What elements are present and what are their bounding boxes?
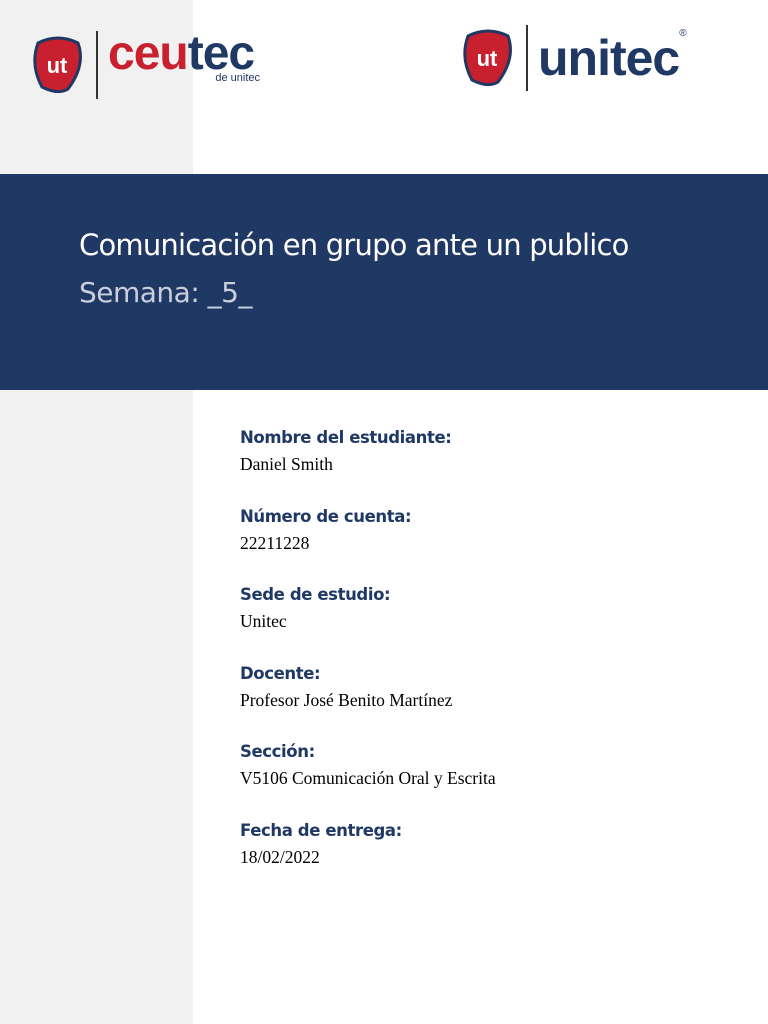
registered-mark: ®	[679, 28, 687, 39]
logo-divider	[96, 31, 98, 99]
field-value: Profesor José Benito Martínez	[240, 689, 453, 710]
ceutec-sub: de unitec	[215, 72, 260, 84]
field-value: V5106 Comunicación Oral y Escrita	[240, 768, 496, 788]
svg-text:ut: ut	[47, 53, 68, 78]
unitec-wordmark: unitec	[538, 30, 680, 86]
field-label: Número de cuenta:	[240, 506, 412, 526]
field-teacher: Docente: Profesor José Benito Martínez	[240, 664, 496, 743]
field-section: Sección: V5106 Comunicación Oral y Escri…	[240, 742, 496, 821]
field-student-name: Nombre del estudiante: Daniel Smith	[240, 428, 496, 507]
field-label: Sección:	[240, 742, 315, 761]
week-subtitle: Semana: _5_	[79, 276, 253, 309]
unitec-logo: ut unitec ®	[458, 24, 687, 92]
field-value: Unitec	[240, 611, 287, 631]
student-info: Nombre del estudiante: Daniel Smith Núme…	[240, 428, 496, 899]
logo-divider	[526, 25, 528, 91]
sidebar-panel	[0, 0, 193, 1024]
ceutec-logo: ut ceutec de unitec	[28, 30, 278, 100]
ut-shield-icon: ut	[28, 35, 86, 95]
field-campus: Sede de estudio: Unitec	[240, 585, 496, 664]
field-account-number: Número de cuenta: 22211228	[240, 507, 496, 586]
field-label: Sede de estudio:	[240, 585, 391, 604]
ut-shield-icon: ut	[458, 28, 516, 88]
field-label: Docente:	[240, 663, 321, 683]
field-value: 18/02/2022	[240, 846, 320, 867]
field-label: Nombre del estudiante:	[240, 428, 452, 447]
field-label: Fecha de entrega:	[240, 820, 402, 840]
document-title: Comunicación en grupo ante un publico	[79, 228, 629, 262]
field-value: 22211228	[240, 532, 310, 553]
field-value: Daniel Smith	[240, 454, 333, 474]
svg-text:ut: ut	[477, 46, 498, 71]
field-due-date: Fecha de entrega: 18/02/2022	[240, 821, 496, 900]
